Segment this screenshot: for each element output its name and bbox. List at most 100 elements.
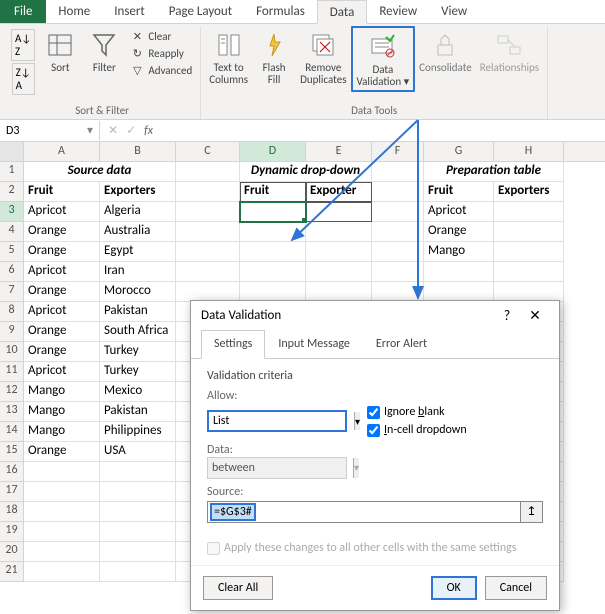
tab-page-layout[interactable]: Page Layout: [157, 0, 244, 23]
col-header-H[interactable]: H: [494, 142, 564, 161]
cell[interactable]: [494, 282, 564, 302]
cell[interactable]: [176, 222, 240, 242]
ignore-blank-checkbox[interactable]: Ignore blank: [367, 405, 467, 419]
row-header[interactable]: 9: [0, 322, 24, 342]
cell[interactable]: [372, 262, 424, 282]
clear-all-button[interactable]: Clear All: [203, 576, 273, 600]
cell[interactable]: [372, 182, 424, 202]
cell[interactable]: [100, 522, 176, 542]
row-header[interactable]: 17: [0, 482, 24, 502]
row-header[interactable]: 4: [0, 222, 24, 242]
chevron-down-icon[interactable]: ▾: [354, 412, 360, 430]
cell[interactable]: Preparation table: [424, 162, 564, 182]
row-header[interactable]: 1: [0, 162, 24, 182]
cell[interactable]: Apricot: [24, 302, 100, 322]
data-validation-button[interactable]: Data Validation ▾: [351, 26, 416, 92]
clear-button[interactable]: ✕Clear: [128, 28, 194, 44]
row-header[interactable]: 21: [0, 562, 24, 582]
cell[interactable]: [240, 202, 306, 222]
formula-input[interactable]: [161, 129, 605, 133]
row-header[interactable]: 16: [0, 462, 24, 482]
cell[interactable]: Source data: [24, 162, 176, 182]
cell[interactable]: Iran: [100, 262, 176, 282]
cell[interactable]: USA: [100, 442, 176, 462]
cell[interactable]: Orange: [24, 442, 100, 462]
cell[interactable]: [372, 222, 424, 242]
fx-icon[interactable]: fx: [144, 124, 153, 138]
source-input[interactable]: =$G$3#: [207, 501, 521, 523]
cell[interactable]: Exporters: [100, 182, 176, 202]
cell[interactable]: [306, 282, 372, 302]
allow-combo[interactable]: ▾: [207, 410, 347, 432]
cell[interactable]: Mexico: [100, 382, 176, 402]
col-header-B[interactable]: B: [100, 142, 176, 161]
row-header[interactable]: 10: [0, 342, 24, 362]
row-header[interactable]: 18: [0, 502, 24, 522]
range-picker-button[interactable]: ↥: [521, 501, 543, 523]
cell[interactable]: Mango: [24, 382, 100, 402]
cell[interactable]: [306, 202, 372, 222]
cell[interactable]: [176, 242, 240, 262]
cell[interactable]: [100, 542, 176, 562]
cell[interactable]: [176, 282, 240, 302]
cell[interactable]: [424, 282, 494, 302]
cell[interactable]: [306, 262, 372, 282]
cell[interactable]: Turkey: [100, 342, 176, 362]
cell[interactable]: [306, 222, 372, 242]
relationships-button[interactable]: Relationships: [476, 26, 543, 76]
row-header[interactable]: 15: [0, 442, 24, 462]
cell[interactable]: Fruit: [424, 182, 494, 202]
row-header[interactable]: 7: [0, 282, 24, 302]
cell[interactable]: Fruit: [240, 182, 306, 202]
cell[interactable]: Pakistan: [100, 402, 176, 422]
cell[interactable]: Australia: [100, 222, 176, 242]
cell[interactable]: Philippines: [100, 422, 176, 442]
cell[interactable]: [372, 202, 424, 222]
cell[interactable]: Mango: [24, 422, 100, 442]
row-header[interactable]: 2: [0, 182, 24, 202]
cell[interactable]: [372, 162, 424, 182]
col-header-E[interactable]: E: [306, 142, 372, 161]
cell[interactable]: [176, 202, 240, 222]
col-header-C[interactable]: C: [176, 142, 240, 161]
help-button[interactable]: ?: [493, 307, 521, 324]
tab-settings[interactable]: Settings: [201, 330, 265, 359]
cell[interactable]: [494, 262, 564, 282]
cell[interactable]: [176, 162, 240, 182]
row-header[interactable]: 14: [0, 422, 24, 442]
row-header[interactable]: 20: [0, 542, 24, 562]
sort-button[interactable]: Sort: [38, 26, 82, 76]
cell[interactable]: [240, 262, 306, 282]
tab-formulas[interactable]: Formulas: [244, 0, 317, 23]
cell[interactable]: Egypt: [100, 242, 176, 262]
advanced-button[interactable]: ▽Advanced: [128, 62, 194, 78]
cell[interactable]: Apricot: [424, 202, 494, 222]
select-all-corner[interactable]: [0, 142, 24, 161]
col-header-F[interactable]: F: [372, 142, 424, 161]
sort-asc-icon[interactable]: A↓Z: [11, 29, 35, 61]
cell[interactable]: Mango: [24, 402, 100, 422]
tab-input-message[interactable]: Input Message: [265, 330, 363, 358]
cancel-button[interactable]: Cancel: [485, 576, 547, 600]
enter-formula-icon[interactable]: ✓: [126, 123, 136, 138]
tab-error-alert[interactable]: Error Alert: [363, 330, 440, 358]
cell[interactable]: Orange: [24, 342, 100, 362]
cell[interactable]: Dynamic drop-down: [240, 162, 372, 182]
row-header[interactable]: 5: [0, 242, 24, 262]
row-header[interactable]: 6: [0, 262, 24, 282]
cell[interactable]: [24, 542, 100, 562]
ok-button[interactable]: OK: [431, 576, 477, 600]
cell[interactable]: [176, 182, 240, 202]
row-header[interactable]: 12: [0, 382, 24, 402]
cell[interactable]: Fruit: [24, 182, 100, 202]
consolidate-button[interactable]: Consolidate: [415, 26, 476, 76]
cell[interactable]: [424, 262, 494, 282]
cell[interactable]: [494, 242, 564, 262]
row-header[interactable]: 11: [0, 362, 24, 382]
tab-insert[interactable]: Insert: [102, 0, 157, 23]
cell[interactable]: [24, 522, 100, 542]
cell[interactable]: [494, 202, 564, 222]
row-header[interactable]: 3: [0, 202, 24, 222]
tab-view[interactable]: View: [429, 0, 479, 23]
cancel-formula-icon[interactable]: ✕: [108, 123, 118, 138]
